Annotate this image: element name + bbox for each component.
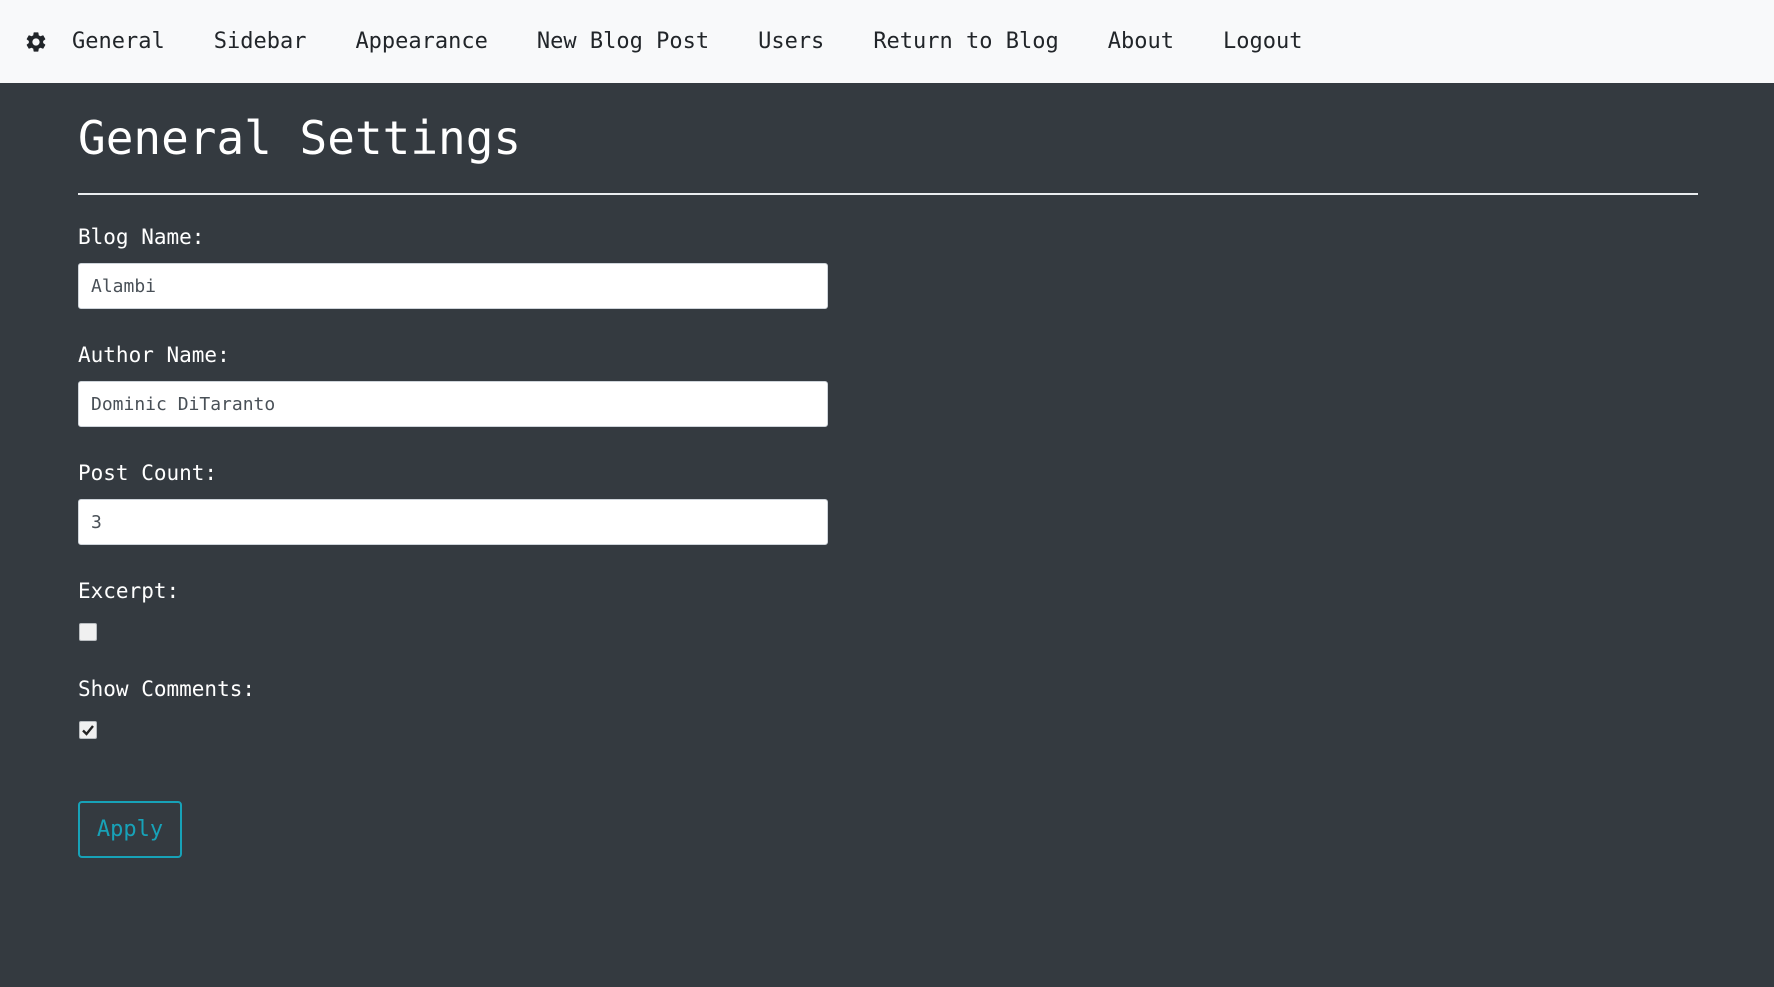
nav-appearance[interactable]: Appearance (355, 29, 487, 54)
gear-icon-graphic (26, 31, 46, 52)
nav-users[interactable]: Users (758, 29, 824, 54)
nav-return-to-blog[interactable]: Return to Blog (873, 29, 1058, 54)
nav-new-blog-post[interactable]: New Blog Post (537, 29, 709, 54)
checkmark-icon (82, 725, 94, 736)
page-title: General Settings (78, 111, 522, 165)
nav-about[interactable]: About (1108, 29, 1174, 54)
author-name-label: Author Name: (78, 343, 230, 368)
excerpt-label: Excerpt: (78, 579, 180, 604)
blog-name-input[interactable] (78, 263, 828, 310)
post-count-input[interactable] (78, 499, 828, 546)
apply-button[interactable]: Apply (78, 801, 182, 859)
nav-logout[interactable]: Logout (1223, 29, 1302, 54)
settings-main: General Settings Blog Name: Author Name:… (0, 111, 1774, 859)
show-comments-label: Show Comments: (78, 677, 256, 702)
nav-sidebar[interactable]: Sidebar (214, 29, 307, 54)
author-name-input[interactable] (78, 381, 828, 428)
show-comments-checkbox-wrap (78, 721, 1698, 741)
blog-name-label: Blog Name: (78, 225, 205, 250)
general-settings-form: Blog Name: Author Name: Post Count: Exce… (78, 225, 1698, 859)
excerpt-checkbox-wrap (78, 623, 1698, 643)
show-comments-checkbox[interactable] (79, 721, 97, 740)
gear-icon[interactable] (24, 30, 48, 54)
nav-general[interactable]: General (72, 29, 165, 54)
post-count-label: Post Count: (78, 461, 218, 486)
title-divider (78, 193, 1698, 196)
excerpt-checkbox[interactable] (79, 623, 97, 642)
top-navbar: General Sidebar Appearance New Blog Post… (0, 0, 1774, 83)
